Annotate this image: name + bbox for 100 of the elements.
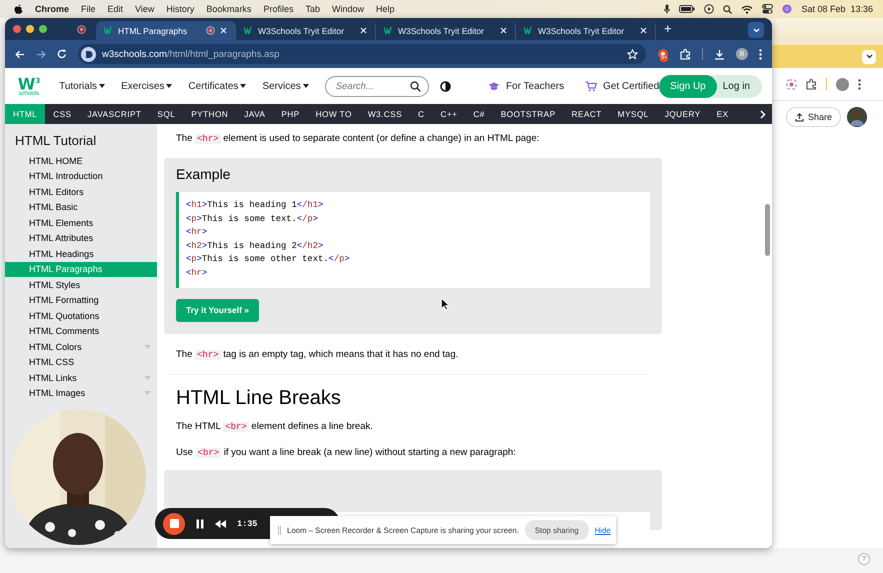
topic-tab[interactable]: PHP [273, 104, 308, 124]
more-icon[interactable] [858, 78, 861, 90]
download-icon[interactable] [714, 48, 725, 60]
menu-item[interactable]: File [81, 4, 96, 14]
sidebar-item[interactable]: HTML Styles [5, 277, 157, 292]
user-avatar[interactable] [847, 107, 868, 127]
sidebar-item[interactable]: HTML HOME [5, 153, 157, 168]
play-icon[interactable] [704, 4, 714, 14]
browser-tab[interactable]: HTML Paragraphs [96, 21, 236, 40]
topic-tab[interactable]: SQL [149, 104, 184, 124]
share-button[interactable]: Share [786, 107, 842, 127]
close-icon[interactable] [220, 27, 227, 34]
topic-tab[interactable]: CSS [45, 104, 80, 124]
topic-tab[interactable]: JAVASCRIPT [79, 104, 150, 124]
menu-item[interactable]: Help [376, 4, 394, 14]
menu-item[interactable]: Bookmarks [206, 4, 252, 14]
star-icon[interactable] [627, 48, 638, 60]
nav-menu[interactable]: Certificates [188, 80, 246, 92]
close-window-button[interactable] [13, 25, 21, 33]
sidebar-item[interactable]: HTML Quotations [5, 308, 157, 324]
sidebar-item[interactable]: HTML Introduction [5, 168, 157, 184]
w3-tab-icon [384, 27, 393, 34]
pause-icon[interactable] [196, 518, 204, 528]
sidebar-item[interactable]: HTML CSS [5, 354, 157, 370]
orb-icon[interactable] [782, 4, 792, 14]
close-icon[interactable] [500, 27, 507, 34]
tab-search-button[interactable] [748, 22, 764, 38]
sidebar-item[interactable]: HTML Headings [5, 246, 157, 262]
drag-handle-icon[interactable] [278, 526, 281, 534]
sidebar-item[interactable]: HTML Links [5, 370, 157, 386]
search-field[interactable]: Search... [324, 76, 429, 96]
toggle-icon[interactable] [762, 4, 774, 14]
menu-item[interactable]: Profiles [263, 4, 294, 14]
rewind-icon[interactable] [215, 520, 226, 528]
close-icon[interactable] [360, 27, 367, 34]
menu-item[interactable]: History [166, 4, 194, 14]
microphone-icon[interactable] [664, 4, 670, 14]
topic-tab[interactable]: JQUERY [656, 104, 709, 124]
zoom-window-button[interactable] [39, 25, 47, 33]
recording-time: 1:35 [237, 518, 258, 528]
topic-tab[interactable]: HOW TO [308, 104, 360, 124]
close-icon[interactable] [640, 27, 647, 34]
sidebar-item[interactable]: HTML Basic [5, 200, 157, 215]
sidebar-item[interactable]: HTML Editors [5, 184, 157, 200]
nav-menu[interactable]: Exercises [121, 80, 172, 92]
tab-search-button[interactable] [862, 50, 876, 64]
nav-menu[interactable]: Services [262, 80, 309, 92]
topic-tab[interactable]: MYSQL [610, 104, 657, 124]
minimize-window-button[interactable] [26, 25, 34, 33]
sidebar-title: HTML Tutorial [14, 133, 98, 150]
wifi-icon[interactable] [741, 4, 754, 14]
menu-item[interactable]: Window [332, 4, 364, 14]
sidebar-item[interactable]: HTML Images [5, 386, 157, 401]
paragraph: Use <br> if you want a line break (a new line) without starting a new paragraph: [176, 446, 517, 460]
topic-tab[interactable]: C++ [432, 104, 466, 124]
search-icon[interactable] [723, 4, 732, 14]
site-info-icon[interactable] [81, 46, 96, 62]
get-certified-link[interactable]: Get Certified [585, 80, 660, 92]
topic-tab[interactable]: BOOTSTRAP [492, 104, 564, 124]
back-icon[interactable] [15, 50, 25, 58]
profile-avatar[interactable] [836, 78, 849, 90]
forward-icon[interactable] [36, 50, 46, 58]
menu-item[interactable]: Edit [108, 4, 124, 14]
chevron-right-icon[interactable] [760, 110, 766, 118]
nav-menu[interactable]: Tutorials [59, 80, 106, 92]
reload-icon[interactable] [57, 49, 67, 59]
contrast-icon[interactable] [440, 80, 452, 92]
clock[interactable]: Sat 08 Feb 13:36 [801, 4, 873, 14]
sidebar-item[interactable]: HTML Attributes [5, 230, 157, 246]
topic-tab[interactable]: REACT [564, 104, 610, 124]
record-icon[interactable] [77, 24, 86, 34]
lens-icon[interactable] [786, 78, 797, 90]
topic-tab[interactable]: C# [465, 104, 493, 124]
scrollbar-thumb[interactable] [765, 204, 770, 256]
recording-icon [206, 26, 215, 35]
menu-item[interactable]: Tab [305, 4, 320, 14]
stop-recording-button[interactable] [163, 512, 185, 534]
section-heading: HTML Line Breaks [176, 386, 342, 410]
sidebar-item[interactable]: HTML Formatting [5, 292, 157, 308]
for-teachers-link[interactable]: For Teachers [488, 80, 564, 92]
topic-tab[interactable]: W3.CSS [360, 104, 410, 124]
code-line: <hr> [186, 266, 208, 280]
sidebar-item[interactable]: HTML Colors [5, 339, 157, 354]
sidebar-item[interactable]: HTML Elements [5, 215, 157, 230]
w3-tab-icon [104, 27, 113, 34]
cart-icon [585, 80, 598, 92]
topic-tab[interactable]: C [410, 104, 432, 124]
menu-title[interactable]: Chrome [35, 4, 70, 14]
search-icon[interactable] [410, 80, 421, 92]
new-tab-button[interactable]: + [664, 21, 672, 37]
more-icon[interactable] [759, 48, 762, 60]
puzzle-icon[interactable] [806, 78, 817, 90]
battery-icon[interactable] [679, 5, 696, 13]
topic-tab[interactable]: JAVA [236, 104, 274, 124]
topic-tab[interactable]: PYTHON [183, 104, 236, 124]
address-bar[interactable]: w3schools.com/html/html_paragraphs.asp [78, 44, 646, 64]
menu-item[interactable]: View [135, 4, 154, 14]
log-in-button[interactable]: Log in [716, 74, 762, 98]
sidebar-item[interactable]: HTML Comments [5, 324, 157, 339]
topic-tab[interactable]: EX [708, 104, 736, 124]
